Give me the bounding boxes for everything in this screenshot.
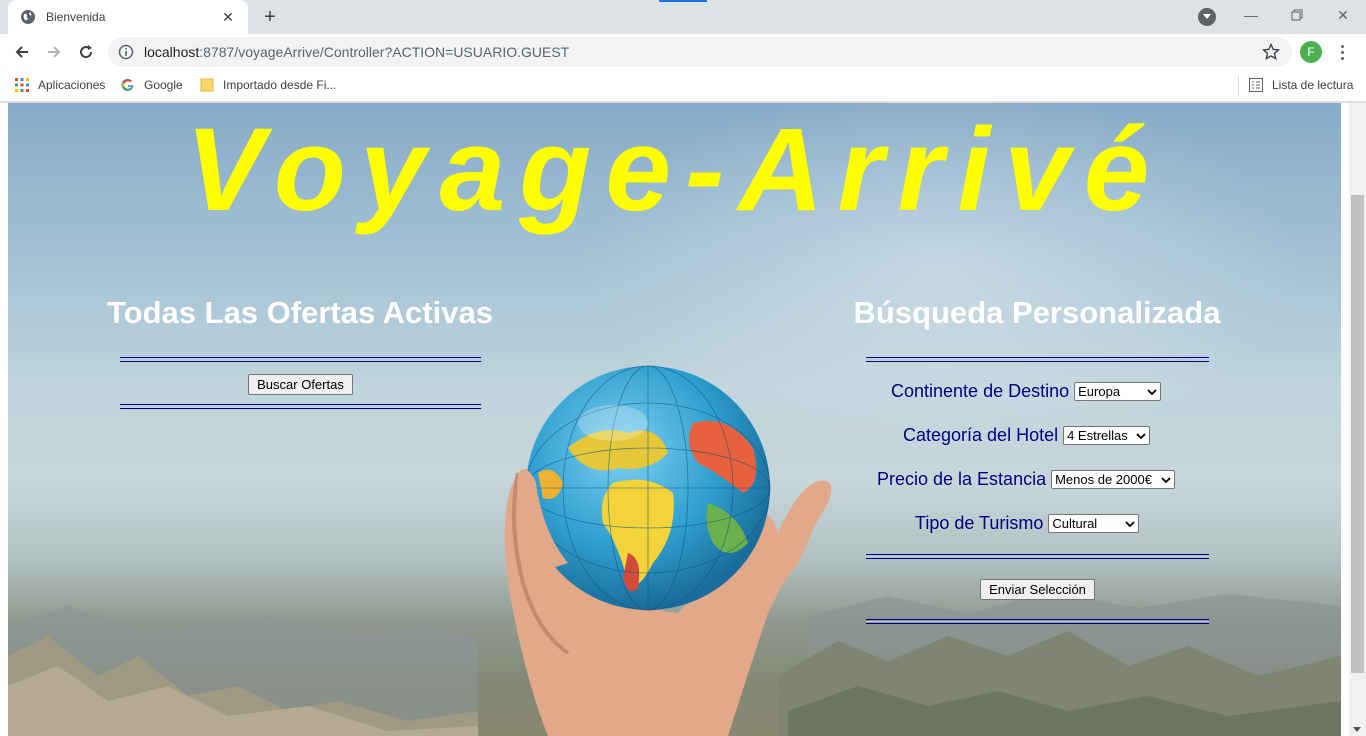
reload-icon[interactable] [72, 38, 100, 66]
hotel-category-row: Categoría del Hotel 4 Estrellas [903, 425, 1151, 446]
profile-avatar[interactable]: F [1300, 41, 1322, 63]
hand-globe-image [504, 365, 832, 736]
price-label: Precio de la Estancia [877, 469, 1047, 489]
new-tab-icon[interactable]: + [258, 5, 282, 29]
reading-list[interactable]: Lista de lectura [1248, 70, 1353, 100]
bookmark-imported-folder[interactable]: Importado desde Fi... [199, 70, 336, 100]
scroll-down-icon[interactable] [1353, 727, 1361, 732]
search-offers-button[interactable]: Buscar Ofertas [248, 374, 353, 395]
page-viewport: Voyage-Arrivé Todas Las Ofertas Activas … [0, 103, 1366, 736]
globe-icon [20, 9, 36, 25]
tourism-type-select[interactable]: Cultural [1048, 514, 1140, 533]
offers-heading: Todas Las Ofertas Activas [107, 295, 493, 330]
info-icon[interactable] [118, 44, 134, 60]
hotel-category-label: Categoría del Hotel [903, 425, 1059, 445]
bookmarks-bar: Aplicaciones Google Importado desde Fi..… [0, 70, 1366, 102]
close-window-icon[interactable]: ✕ [1320, 0, 1366, 30]
chevron-down-icon [1136, 433, 1146, 440]
tab-search-icon[interactable] [1198, 8, 1216, 26]
reading-list-label: Lista de lectura [1272, 78, 1354, 92]
page-background: Voyage-Arrivé Todas Las Ofertas Activas … [8, 103, 1341, 736]
url-text: localhost:8787/voyageArrive/Controller?A… [144, 44, 569, 60]
folder-icon [199, 77, 215, 93]
price-value: Menos de 2000€ [1055, 472, 1152, 487]
tourism-type-row: Tipo de Turismo Cultural [915, 513, 1140, 534]
continent-value: Europa [1078, 384, 1121, 399]
reading-list-icon [1248, 77, 1264, 93]
price-select[interactable]: Menos de 2000€ [1051, 470, 1176, 489]
hotel-category-select[interactable]: 4 Estrellas [1063, 426, 1151, 445]
tourism-type-label: Tipo de Turismo [915, 513, 1044, 533]
back-icon[interactable] [8, 38, 36, 66]
bookmark-label: Aplicaciones [38, 78, 106, 92]
page-scrollbar[interactable] [1349, 103, 1366, 736]
divider [866, 619, 1209, 624]
continent-select[interactable]: Europa [1074, 382, 1162, 401]
chevron-down-icon [1147, 389, 1157, 396]
tab-title: Bienvenida [46, 10, 106, 24]
divider [120, 404, 481, 409]
submit-selection-button[interactable]: Enviar Selección [980, 579, 1095, 600]
apps-grid-icon [14, 77, 30, 93]
tab-strip: Bienvenida ✕ + — ✕ [0, 0, 1366, 34]
chevron-down-icon [1125, 521, 1136, 528]
divider [120, 357, 481, 362]
site-title: Voyage-Arrivé [185, 104, 1164, 236]
continent-label: Continente de Destino [891, 381, 1070, 401]
url-host: localhost [144, 44, 200, 60]
bookmark-apps[interactable]: Aplicaciones [14, 70, 105, 100]
tab-indicator [659, 0, 707, 2]
bookmarks-separator [1238, 76, 1239, 96]
bookmark-google[interactable]: Google [120, 70, 183, 100]
tourism-type-value: Cultural [1052, 516, 1098, 531]
minimize-icon[interactable]: — [1228, 0, 1274, 30]
continent-row: Continente de Destino Europa [891, 381, 1162, 402]
bookmark-star-icon[interactable] [1262, 43, 1280, 61]
bookmark-label: Google [144, 78, 183, 92]
chevron-down-icon [1161, 477, 1171, 484]
divider [866, 554, 1209, 559]
price-row: Precio de la Estancia Menos de 2000€ [877, 469, 1176, 490]
close-tab-icon[interactable]: ✕ [220, 9, 236, 25]
restore-icon[interactable] [1274, 0, 1320, 30]
forward-icon[interactable] [40, 38, 68, 66]
address-bar[interactable]: localhost:8787/voyageArrive/Controller?A… [108, 37, 1292, 67]
scrollbar-thumb[interactable] [1351, 195, 1364, 673]
browser-tab[interactable]: Bienvenida ✕ [8, 0, 248, 34]
hotel-category-value: 4 Estrellas [1067, 428, 1128, 443]
toolbar: localhost:8787/voyageArrive/Controller?A… [0, 34, 1366, 70]
google-icon [120, 77, 136, 93]
divider [866, 357, 1209, 362]
bookmark-label: Importado desde Fi... [223, 78, 337, 92]
custom-search-heading: Búsqueda Personalizada [853, 295, 1221, 330]
url-path: :8787/voyageArrive/Controller?ACTION=USU… [199, 44, 570, 60]
browser-menu-icon[interactable] [1332, 40, 1352, 64]
